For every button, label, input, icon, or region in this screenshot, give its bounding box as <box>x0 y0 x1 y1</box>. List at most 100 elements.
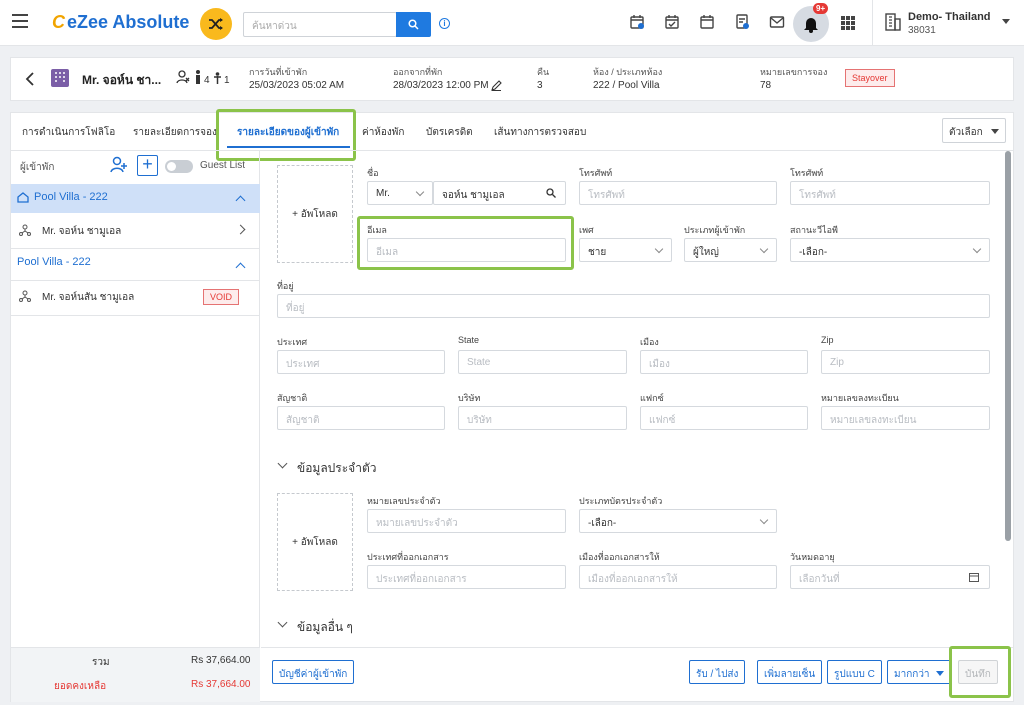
menu-icon[interactable] <box>12 14 28 28</box>
shuffle-icon[interactable] <box>200 8 232 40</box>
invoice-icon[interactable] <box>734 14 750 30</box>
tab-credit-card[interactable]: บัตรเครดิต <box>426 125 473 140</box>
address-label: ที่อยู่ <box>277 281 294 291</box>
property-id: 38031 <box>908 25 936 36</box>
guest-item-label[interactable]: Mr. จอห์นสัน ชามูเอล <box>42 290 134 305</box>
registration-no-field[interactable]: หมายเลขลงทะเบียน <box>821 406 990 430</box>
add-guest-icon[interactable] <box>110 156 128 174</box>
balance-value: Rs 37,664.00 <box>191 679 251 690</box>
expiry-date-field[interactable]: เลือกวันที่ <box>790 565 990 589</box>
issue-city-label: เมืองที่ออกเอกสารให้ <box>579 552 660 562</box>
child-icon <box>214 72 221 84</box>
registration-no-label: หมายเลขลงทะเบียน <box>821 393 899 403</box>
checkout-value: 28/03/2023 12:00 PM <box>393 80 489 91</box>
total-value: Rs 37,664.00 <box>191 655 251 666</box>
company-label: บริษัท <box>458 393 481 403</box>
fax-field[interactable]: แฟกซ์ <box>640 406 808 430</box>
mobile-label: โทรศัพท์ <box>790 168 824 178</box>
calendar-icon[interactable] <box>969 572 979 582</box>
gender-select[interactable]: ชาย <box>579 238 672 262</box>
calendar-icon[interactable] <box>699 14 715 30</box>
scrollbar[interactable] <box>1005 151 1011 541</box>
search-icon <box>408 19 419 30</box>
search-button[interactable] <box>396 12 431 37</box>
id-number-label: หมายเลขประจำตัว <box>367 496 441 506</box>
checkout-label: ออกจากที่พัก <box>393 67 443 77</box>
expiry-label: วันหมดอายุ <box>790 552 835 562</box>
status-badge: Stayover <box>845 69 895 87</box>
other-section-title[interactable]: ข้อมูลอื่น ๆ <box>297 618 353 637</box>
add-button[interactable]: + <box>137 155 158 176</box>
search-icon[interactable] <box>546 188 556 198</box>
total-label: รวม <box>92 657 110 668</box>
apps-grid-icon[interactable] <box>841 16 855 30</box>
room-group-label[interactable]: Pool Villa - 222 <box>17 256 91 268</box>
nationality-field[interactable]: สัญชาติ <box>277 406 445 430</box>
mail-icon[interactable] <box>769 14 785 30</box>
logo[interactable]: CeZee Absolute <box>52 12 189 33</box>
room-label: ห้อง / ประเภทห้อง <box>593 67 663 77</box>
zip-field[interactable]: Zip <box>821 350 990 374</box>
calendar-check-icon[interactable] <box>664 14 680 30</box>
company-field[interactable]: บริษัท <box>458 406 627 430</box>
void-badge: VOID <box>203 289 240 305</box>
tab-room-charges[interactable]: ค่าห้องพัก <box>362 125 404 140</box>
add-signature-button[interactable]: เพิ่มลายเซ็น <box>757 660 823 684</box>
search-input[interactable]: ค้นหาด่วน <box>243 12 397 37</box>
id-type-select[interactable]: -เลือก- <box>579 509 777 533</box>
pickup-dropoff-button[interactable]: รับ / ไปส่ง <box>689 660 746 684</box>
back-icon[interactable] <box>24 71 36 87</box>
tab-folio-operations[interactable]: การดำเนินการโฟลิโอ <box>22 125 115 140</box>
identity-section-title[interactable]: ข้อมูลประจำตัว <box>297 459 376 478</box>
form-c-button[interactable]: รูปแบบ C <box>827 660 882 684</box>
gender-label: เพศ <box>579 225 594 235</box>
country-label: ประเทศ <box>277 337 308 347</box>
mobile-field[interactable]: โทรศัพท์ <box>790 181 990 205</box>
property-dropdown-icon[interactable] <box>1002 19 1010 24</box>
guest-type-select[interactable]: ผู้ใหญ่ <box>684 238 777 262</box>
nights-label: คืน <box>537 67 550 77</box>
guest-list-label: Guest List <box>200 160 246 171</box>
guest-item-label[interactable]: Mr. จอห์น ชามูเอล <box>42 224 121 239</box>
edit-icon[interactable] <box>491 80 502 91</box>
guest-account-button[interactable]: บัญชีค่าผู้เข้าพัก <box>272 660 355 684</box>
notification-badge: 9+ <box>813 3 829 14</box>
checkin-label: การวันที่เข้าพัก <box>249 67 308 77</box>
guest-name-header: Mr. จอห์น ชา... <box>82 73 162 87</box>
name-label: ชื่อ <box>367 168 379 178</box>
reservation-no-label: หมายเลขการจอง <box>760 67 828 77</box>
issue-city-field[interactable]: เมืองที่ออกเอกสารให้ <box>579 565 777 589</box>
fax-label: แฟกซ์ <box>640 393 664 403</box>
state-label: State <box>458 335 480 345</box>
tab-reservation-details[interactable]: รายละเอียดการจอง <box>133 125 217 140</box>
address-field[interactable]: ที่อยู่ <box>277 294 990 318</box>
options-dropdown[interactable]: ตัวเลือก <box>942 118 1006 143</box>
property-name[interactable]: Demo- Thailand <box>908 11 991 23</box>
reservation-no-value: 78 <box>760 80 772 91</box>
calendar-add-icon[interactable] <box>629 14 645 30</box>
child-count: 1 <box>224 75 230 86</box>
more-button[interactable]: มากกว่า <box>887 660 951 684</box>
guest-share-icon <box>19 224 31 236</box>
nationality-label: สัญชาติ <box>277 393 308 403</box>
building-icon <box>885 13 901 31</box>
zip-label: Zip <box>821 335 834 345</box>
phone-field[interactable]: โทรศัพท์ <box>579 181 777 205</box>
salutation-select[interactable]: Mr. <box>367 181 433 205</box>
guest-list-toggle[interactable] <box>165 160 193 173</box>
hotel-room-icon <box>51 69 69 87</box>
id-number-field[interactable]: หมายเลขประจำตัว <box>367 509 566 533</box>
photo-upload[interactable]: + อัพโหลด <box>277 165 353 263</box>
tab-audit-trail[interactable]: เส้นทางการตรวจสอบ <box>494 125 586 140</box>
vip-status-select[interactable]: -เลือก- <box>790 238 990 262</box>
info-icon[interactable]: i <box>439 18 450 29</box>
state-field[interactable]: State <box>458 350 627 374</box>
vip-status-label: สถานะวีไอพี <box>790 225 838 235</box>
guest-profile-icon[interactable] <box>176 70 190 84</box>
id-upload[interactable]: + อัพโหลด <box>277 493 353 591</box>
country-field[interactable]: ประเทศ <box>277 350 445 374</box>
city-field[interactable]: เมือง <box>640 350 808 374</box>
highlight-box <box>357 216 574 270</box>
city-label: เมือง <box>640 337 659 347</box>
issue-country-field[interactable]: ประเทศที่ออกเอกสาร <box>367 565 566 589</box>
